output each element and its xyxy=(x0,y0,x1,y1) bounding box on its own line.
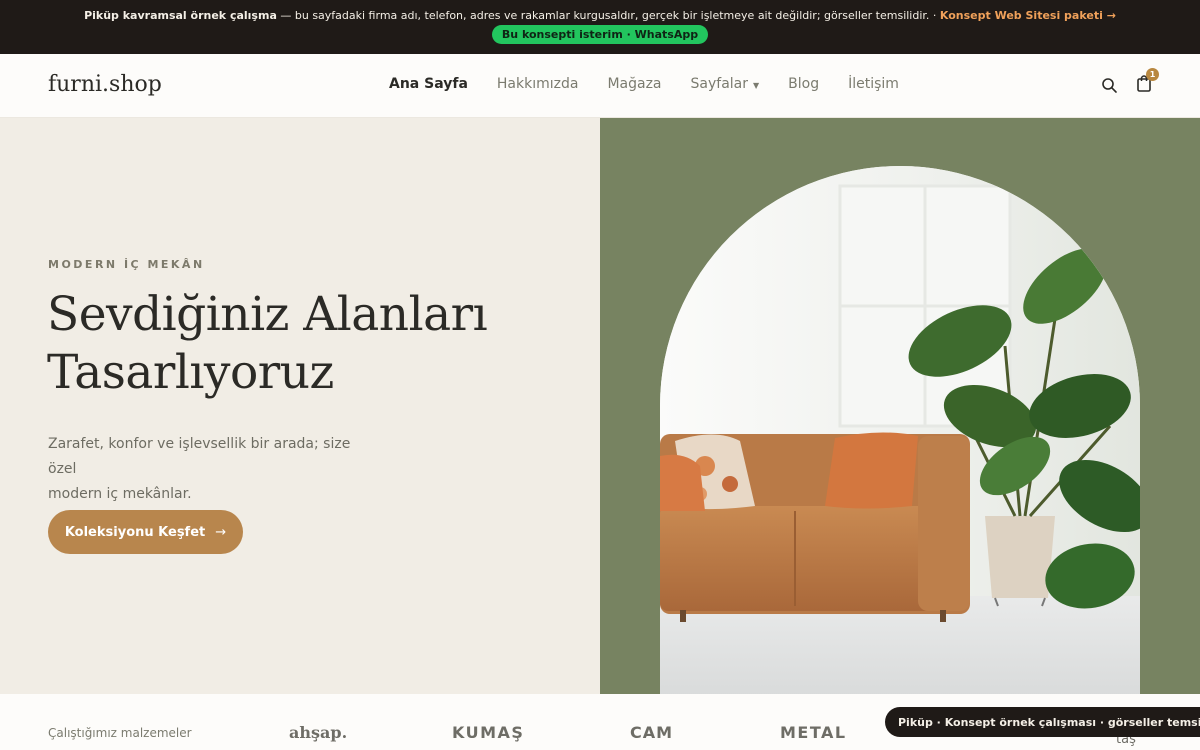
whatsapp-button[interactable]: Bu konsepti isterim · WhatsApp xyxy=(491,25,709,44)
nav-shop[interactable]: Mağaza xyxy=(607,76,661,92)
notice-body: — bu sayfadaki firma adı, telefon, adres… xyxy=(276,9,940,22)
hero-title: Sevdiğiniz Alanları Tasarlıyoruz xyxy=(47,286,488,402)
arrow-right-icon: → xyxy=(215,524,227,540)
main-nav: Ana Sayfa Hakkımızda Mağaza Sayfalar ▼ Bl… xyxy=(389,76,928,92)
cta-label: Koleksiyonu Keşfet xyxy=(64,524,206,540)
hero-arch-image xyxy=(660,166,1140,694)
nav-about[interactable]: Hakkımızda xyxy=(497,76,579,92)
hero-text-panel xyxy=(0,118,600,694)
living-room-illustration xyxy=(660,166,1140,694)
chevron-down-icon: ▼ xyxy=(753,81,760,90)
hero-desc-line1: Zarafet, konfor ve işlevsellik bir arada… xyxy=(48,436,351,477)
nav-contact[interactable]: İletişim xyxy=(848,76,899,92)
search-icon[interactable] xyxy=(1101,77,1118,94)
nav-home[interactable]: Ana Sayfa xyxy=(389,76,468,92)
nav-pages-label: Sayfalar xyxy=(690,76,748,92)
hero-eyebrow: MODERN İÇ MEKÂN xyxy=(48,258,205,271)
hero-image-panel xyxy=(600,118,1200,694)
concept-package-link[interactable]: Konsept Web Sitesi paketi → xyxy=(940,9,1116,22)
logo[interactable]: furni.shop xyxy=(48,72,162,97)
explore-collection-button[interactable]: Koleksiyonu Keşfet → xyxy=(48,510,243,554)
nav-blog[interactable]: Blog xyxy=(788,76,819,92)
notice-strong: Piküp kavramsal örnek çalışma xyxy=(84,9,277,22)
material-metal: METAL xyxy=(780,723,847,742)
hero-title-line1: Sevdiğiniz Alanları xyxy=(47,287,488,342)
concept-disclaimer-toast: Piküp · Konsept örnek çalışması · görsel… xyxy=(885,707,1200,737)
hero-title-line2: Tasarlıyoruz xyxy=(47,345,334,400)
nav-pages[interactable]: Sayfalar ▼ xyxy=(691,76,760,92)
hero-description: Zarafet, konfor ve işlevsellik bir arada… xyxy=(48,432,368,507)
hero-desc-line2: modern iç mekânlar. xyxy=(48,486,192,502)
cart-count-badge: 1 xyxy=(1146,68,1159,81)
materials-label: Çalıştığımız malzemeler xyxy=(48,726,192,740)
material-fabric: KUMAŞ xyxy=(452,723,525,742)
material-glass: CAM xyxy=(630,723,674,742)
notice-text: Piküp kavramsal örnek çalışma — bu sayfa… xyxy=(0,0,1200,22)
material-wood: ahşap. xyxy=(289,723,348,742)
notice-bar: Piküp kavramsal örnek çalışma — bu sayfa… xyxy=(0,0,1200,54)
site-header: furni.shop Ana Sayfa Hakkımızda Mağaza S… xyxy=(0,54,1200,118)
